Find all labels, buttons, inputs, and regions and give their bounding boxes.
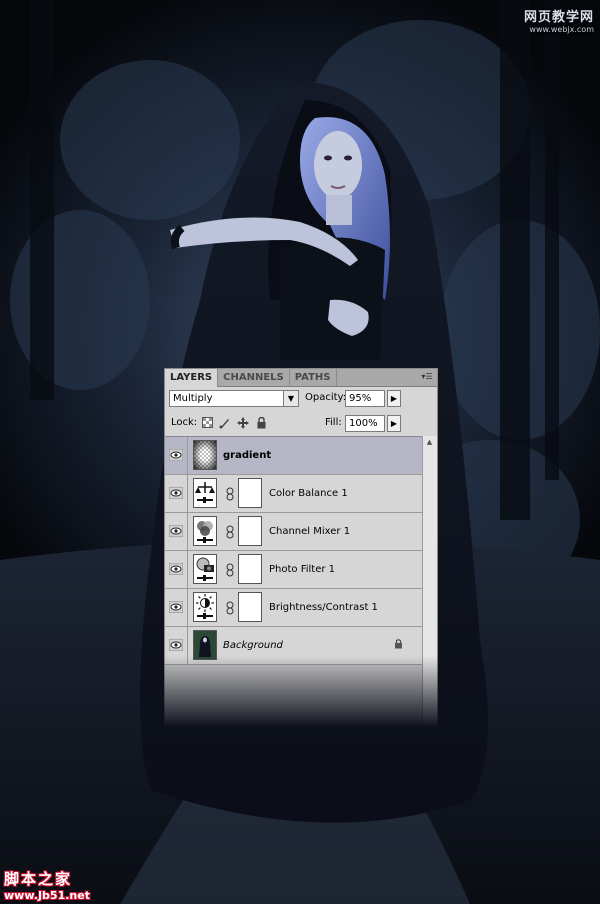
layer-row-background[interactable]: Background (165, 627, 423, 665)
watermark-bottom-chinese: 脚本之家 (4, 870, 73, 888)
layers-scrollbar[interactable]: ▲ (422, 436, 437, 727)
tab-paths[interactable]: PATHS (290, 369, 337, 386)
blend-mode-select[interactable]: Multiply ▼ (169, 390, 299, 407)
channel-mixer-icon[interactable] (193, 516, 217, 546)
panel-menu-icon[interactable]: ▾☰ (419, 371, 435, 383)
divider (187, 627, 188, 664)
opacity-slider-arrow-icon[interactable]: ▶ (387, 390, 401, 407)
gradient-thumb[interactable] (193, 440, 217, 470)
eye-visibility-icon[interactable] (169, 563, 183, 575)
layer-mask-thumb[interactable] (238, 554, 262, 584)
layer-row-photo-filter[interactable]: Photo Filter 1 (165, 551, 423, 589)
layer-name: Photo Filter 1 (269, 564, 336, 575)
divider (187, 551, 188, 588)
fill-label: Fill: (325, 417, 342, 428)
link-chain-icon[interactable] (226, 563, 234, 577)
layer-mask-thumb[interactable] (238, 592, 262, 622)
watermark-top-chinese: 网页教学网 (523, 10, 594, 25)
watermark-bottom: 脚本之家 www.Jb51.net (4, 868, 90, 902)
watermark-top: 网页教学网 www.webjx.com (524, 6, 594, 34)
background-thumb[interactable] (193, 630, 217, 660)
scroll-up-arrow-icon[interactable]: ▲ (425, 438, 434, 447)
watermark-bottom-url: www.Jb51.net (4, 889, 90, 902)
layer-name: Color Balance 1 (269, 488, 348, 499)
layer-name: Brightness/Contrast 1 (269, 602, 378, 613)
photo-filter-icon[interactable] (193, 554, 217, 584)
lock-transparency-icon[interactable] (201, 417, 213, 429)
link-chain-icon[interactable] (226, 525, 234, 539)
tab-layers[interactable]: LAYERS (165, 369, 219, 387)
link-chain-icon[interactable] (226, 487, 234, 501)
layer-row-gradient[interactable]: gradient (165, 437, 423, 475)
lock-all-icon[interactable] (255, 416, 267, 429)
blend-opacity-row: Multiply ▼ Opacity: 95% ▶ (169, 390, 433, 408)
watermark-top-url: www.webjx.com (529, 25, 594, 34)
color-balance-icon[interactable] (193, 478, 217, 508)
eye-visibility-icon[interactable] (169, 639, 183, 651)
panel-tabs: LAYERS CHANNELS PATHS ▾☰ (165, 369, 437, 387)
layer-row-color-balance[interactable]: Color Balance 1 (165, 475, 423, 513)
chevron-down-icon[interactable]: ▼ (283, 391, 298, 406)
link-chain-icon[interactable] (226, 601, 234, 615)
layer-name: gradient (223, 450, 272, 461)
fill-slider-arrow-icon[interactable]: ▶ (387, 415, 401, 432)
lock-pixels-brush-icon[interactable] (219, 417, 231, 429)
layer-name: Background (223, 640, 283, 651)
opacity-field[interactable]: 95% (345, 390, 385, 407)
brightness-contrast-icon[interactable] (193, 592, 217, 622)
eye-visibility-icon[interactable] (169, 487, 183, 499)
blend-mode-value: Multiply (173, 393, 213, 404)
lock-label: Lock: (171, 417, 198, 428)
divider (187, 513, 188, 550)
divider (187, 437, 188, 474)
opacity-label: Opacity: (305, 392, 347, 403)
layer-row-channel-mixer[interactable]: Channel Mixer 1 (165, 513, 423, 551)
eye-visibility-icon[interactable] (169, 601, 183, 613)
layer-row-brightness-contrast[interactable]: Brightness/Contrast 1 (165, 589, 423, 627)
layers-list: gradient Color Balance 1 Channel Mixer 1… (165, 436, 423, 727)
layer-mask-thumb[interactable] (238, 516, 262, 546)
tab-channels[interactable]: CHANNELS (218, 369, 290, 386)
eye-visibility-icon[interactable] (169, 525, 183, 537)
fill-field[interactable]: 100% (345, 415, 385, 432)
layer-lock-icon (394, 639, 403, 652)
lock-fill-row: Lock: Fill: 100% ▶ (169, 415, 433, 433)
layer-mask-thumb[interactable] (238, 478, 262, 508)
lock-position-move-icon[interactable] (237, 417, 249, 429)
divider (187, 589, 188, 626)
layer-name: Channel Mixer 1 (269, 526, 351, 537)
layers-panel: LAYERS CHANNELS PATHS ▾☰ Multiply ▼ Opac… (164, 368, 438, 728)
divider (187, 475, 188, 512)
eye-visibility-icon[interactable] (169, 449, 183, 461)
